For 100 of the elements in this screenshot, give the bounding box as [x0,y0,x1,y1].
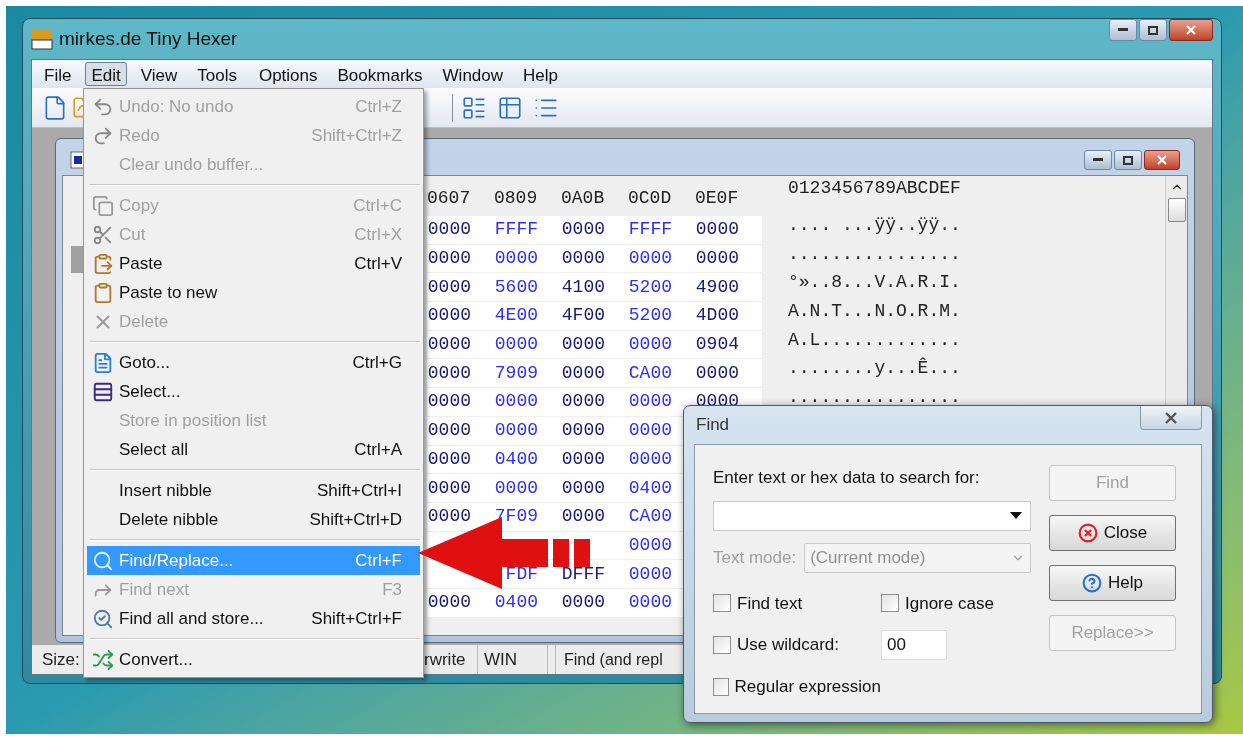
menu-bar-item[interactable]: Bookmarks [331,62,429,86]
checkbox[interactable] [713,636,731,654]
search-icon [92,549,114,572]
wildcard-field[interactable]: 00 [881,630,947,660]
hex-cell-text: 0000 [561,419,605,443]
menu-item[interactable]: Paste to new [87,278,420,307]
hex-cell-text: 0400 [494,591,538,615]
menu-bar-item[interactable]: Window [436,62,510,86]
maximize-button[interactable] [1139,19,1167,41]
ascii-text: ................ [788,385,961,409]
hex-cell-text: 0000 [561,447,605,471]
document-icon [92,351,114,374]
hex-cell-text: 5200 [628,304,672,328]
hex-cell-text: 0400 [494,447,538,471]
menu-item[interactable]: Select... [87,377,420,406]
hex-cell-text: 0000 [494,419,538,443]
hex-cell-text: 4900 [695,275,739,299]
hex-cell-text: 0000 [561,333,605,357]
hex-cell-text: 0000 [494,390,538,414]
menu-item[interactable]: Find all and store... Shift+Ctrl+F [87,604,420,633]
close-button[interactable] [1144,150,1180,170]
menu-item[interactable]: Convert... [87,645,420,674]
hex-cell-text: 0000 [628,562,672,586]
close-icon [1164,411,1178,424]
convert-icon [92,648,114,671]
ascii-text: ........y...Ê... [788,356,961,381]
hex-cell-text: 0000 [427,304,471,328]
minimize-icon [1093,158,1103,162]
hex-cell-text: FDF [504,562,538,586]
dialog-title: Find [695,414,730,437]
menu-item[interactable]: Insert nibble Shift+Ctrl+I [87,476,420,505]
hex-cell-text: 7909 [494,361,538,385]
checkbox[interactable] [881,594,899,613]
menu-item[interactable]: Delete nibble Shift+Ctrl+D [87,505,420,534]
menu-bar-item[interactable]: Tools [191,62,243,86]
menu-bar-item[interactable]: View [134,62,184,86]
column-header: 0C0D [628,187,673,210]
checkbox[interactable] [713,594,731,613]
menu-item[interactable]: Paste Ctrl+V [87,249,420,278]
dialog-button[interactable]: Close [1049,515,1176,551]
table-icon[interactable] [497,94,523,121]
hex-cell-text: 0000 [561,218,605,242]
hex-cell-text: 0000 [561,476,605,500]
hex-cell-text: 0000 [427,476,471,500]
dropdown-icon [1010,512,1022,519]
status-charset: WIN [478,645,548,674]
hex-cell-text: FFFF [494,218,538,242]
hex-cell-text: 0000 [695,218,739,242]
minimize-button[interactable] [1084,150,1112,170]
ascii-text: .... ...ÿÿ..ÿÿ.. [788,213,961,237]
menu-bar-item[interactable]: Options [252,62,324,86]
hex-cell-text: 0000 [561,390,605,414]
hex-cell-text: 4100 [561,275,605,299]
hex-cell-text: 0000 [628,533,672,557]
status-message: Find (and repl [563,649,663,670]
hex-cell-text: 0000 [494,247,538,271]
column-header: 0809 [494,187,539,210]
hex-cell-text: 0000 [427,361,471,385]
maximize-button[interactable] [1114,150,1142,170]
clipboard-icon [92,281,114,304]
menu-bar-item[interactable]: Help [517,62,564,86]
ascii-text: A.N.T...N.O.R.M. [788,299,961,323]
ascii-text: °»..8...V.A.R.I. [788,271,961,295]
column-header: 0A0B [561,187,606,210]
close-button[interactable] [1140,406,1202,430]
scroll-thumb[interactable] [1167,198,1186,222]
checkbox-option[interactable]: Use wildcard: [713,632,881,658]
hex-cell-text: 0000 [628,591,672,615]
checkbox-option[interactable]: Ignore case [881,590,1031,616]
hex-cell-text: 5600 [494,275,538,299]
hex-cell-text: 0000 [628,390,672,414]
hex-cell-text: 0000 [427,447,471,471]
checkbox-option[interactable]: Regular expression [713,674,881,700]
close-icon [1186,25,1196,35]
copy-icon [92,194,114,217]
app-logo-icon [31,28,53,50]
hex-cell-text: 0400 [628,476,672,500]
minimize-button[interactable] [1109,19,1137,41]
minimize-icon [1118,28,1128,32]
hex-cell-text: 0000 [427,591,471,615]
hex-cell-text: 0000 [427,390,471,414]
layout-icon[interactable] [461,94,487,121]
hex-cell-text: 0000 [427,333,471,357]
hex-cell-text: 4E00 [494,304,538,328]
hex-cell-text: 0000 [561,247,605,271]
hex-cell-text: CA00 [628,361,672,385]
close-icon [1157,155,1167,165]
ascii-header: 0123456789ABCDEF [788,177,961,200]
checkbox[interactable] [713,677,729,696]
close-icon [1077,523,1098,543]
menu-bar-item[interactable]: Edit [85,62,127,86]
close-button[interactable] [1169,19,1213,41]
hex-cell-text: 5200 [628,275,672,299]
checkbox-option[interactable]: Find text [713,590,881,616]
menu-item[interactable]: Goto... Ctrl+G [87,348,420,377]
menu-item[interactable]: Select all Ctrl+A [87,435,420,464]
hex-cell-text: 4D00 [695,304,739,328]
menu-bar-item[interactable]: File [38,62,78,86]
hex-cell-text: 7F09 [494,505,538,529]
dialog-button[interactable]: Help [1049,565,1176,601]
